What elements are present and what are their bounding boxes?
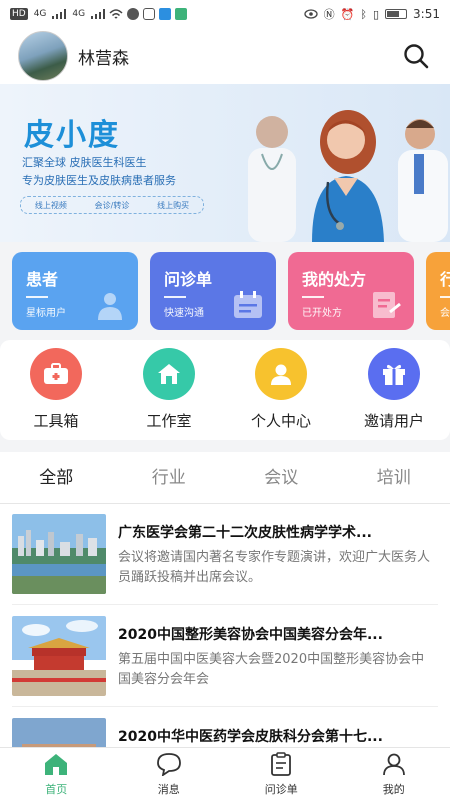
list-divider xyxy=(12,706,438,707)
tab-training[interactable]: 培训 xyxy=(338,452,450,503)
card-title: 行 xyxy=(440,270,450,289)
banner-tag: 线上视频 xyxy=(34,200,67,210)
article-list: 广东医学会第二十二次皮肤性病学学术... 会议将邀请国内著名专家作专题演讲，欢迎… xyxy=(0,504,450,748)
app-icon xyxy=(143,8,156,20)
card-more[interactable]: 行 会 xyxy=(426,252,450,330)
card-patients[interactable]: 患者 星标用户 xyxy=(12,252,138,330)
banner-subtitle-1: 汇聚全球 皮肤医生科医生 xyxy=(22,156,147,169)
card-title: 我的处方 xyxy=(302,270,367,289)
article-thumbnail xyxy=(12,616,106,696)
banner-subtitle-2: 专为皮肤医生及皮肤病患者服务 xyxy=(22,174,176,187)
list-item[interactable]: 2020中华中医药学会皮肤科分会第十七... xyxy=(0,708,450,748)
card-underline xyxy=(302,296,324,298)
notification-icon xyxy=(159,8,172,20)
username: 林营森 xyxy=(78,48,129,69)
nav-label: 首页 xyxy=(45,783,68,796)
tool-studio[interactable]: 工作室 xyxy=(124,348,214,431)
network-4g-1: 4G xyxy=(33,9,47,19)
card-title: 问诊单 xyxy=(164,270,213,289)
alarm-icon: ⏰ xyxy=(340,7,355,21)
card-consultation[interactable]: 问诊单 快速沟通 xyxy=(150,252,276,330)
home-icon xyxy=(45,754,68,775)
gift-icon xyxy=(368,348,420,400)
calendar-icon xyxy=(234,291,262,318)
promo-banner[interactable]: 皮小度 汇聚全球 皮肤医生科医生 专为皮肤医生及皮肤病患者服务 线上视频 会诊/… xyxy=(0,84,450,242)
battery-icon xyxy=(385,9,408,19)
tool-label: 工具箱 xyxy=(33,412,79,430)
nav-label: 问诊单 xyxy=(264,783,298,796)
status-right: Ⓝ ⏰ ᛒ ▯ 3:51 xyxy=(304,6,440,22)
list-item[interactable]: 广东医学会第二十二次皮肤性病学学术... 会议将邀请国内著名专家作专题演讲，欢迎… xyxy=(0,504,450,604)
signal-icon xyxy=(52,9,67,19)
tool-grid: 工具箱 工作室 个人中心 邀请用户 xyxy=(0,340,450,440)
doctors-illustration xyxy=(248,110,448,242)
tool-profile[interactable]: 个人中心 xyxy=(236,348,326,431)
status-bar: HD 4G 4G Ⓝ ⏰ ᛒ ▯ 3:51 xyxy=(0,0,450,28)
user-icon xyxy=(382,753,405,776)
tab-industry[interactable]: 行业 xyxy=(113,452,226,503)
card-prescriptions[interactable]: 我的处方 已开处方 xyxy=(288,252,414,330)
message-icon xyxy=(156,753,181,777)
house-icon xyxy=(143,348,195,400)
bottom-nav: 首页 消息 问诊单 我的 xyxy=(0,747,450,800)
tool-label: 邀请用户 xyxy=(363,412,424,430)
app-header: 林营森 xyxy=(0,28,450,84)
nav-consultation[interactable]: 问诊单 xyxy=(225,748,338,800)
status-left: HD 4G 4G xyxy=(10,8,188,20)
article-description: 第五届中国中医美容大会暨2020中国整形美容协会中国美容分会年会 xyxy=(118,652,425,687)
category-tabs: 全部 行业 会议 培训 xyxy=(0,452,450,504)
quick-cards: 患者 星标用户 问诊单 快速沟通 我的处方 已开处方 行 会 xyxy=(0,252,450,332)
avatar[interactable] xyxy=(18,31,68,81)
wifi-icon xyxy=(109,8,123,19)
vibrate-icon: ▯ xyxy=(372,7,380,21)
status-time: 3:51 xyxy=(413,7,440,21)
article-title: 2020中华中医药学会皮肤科分会第十七... xyxy=(118,729,383,745)
doctor-icon xyxy=(98,293,122,320)
article-description: 会议将邀请国内著名专家作专题演讲，欢迎广大医务人员踊跃投稿并出席会议。 xyxy=(118,550,431,585)
card-subtitle: 会 xyxy=(440,308,450,319)
person-icon xyxy=(255,348,307,400)
tool-toolbox[interactable]: 工具箱 xyxy=(11,348,101,431)
tab-all[interactable]: 全部 xyxy=(0,452,113,503)
list-divider xyxy=(12,604,438,605)
search-icon[interactable] xyxy=(402,42,430,70)
network-4g-2: 4G xyxy=(72,9,86,19)
signal-icon-2 xyxy=(91,9,106,19)
banner-tag: 会诊/转诊 xyxy=(94,200,130,210)
clipboard-icon xyxy=(271,752,292,776)
list-item[interactable]: 2020中国整形美容协会中国美容分会年... 第五届中国中医美容大会暨2020中… xyxy=(0,606,450,706)
banner-tags: 线上视频 会诊/转诊 线上购买 xyxy=(20,196,204,214)
card-underline xyxy=(26,296,48,298)
tab-conference[interactable]: 会议 xyxy=(225,452,338,503)
nav-home[interactable]: 首页 xyxy=(0,748,113,800)
tool-label: 个人中心 xyxy=(250,412,311,430)
card-underline xyxy=(440,296,450,298)
nav-label: 消息 xyxy=(157,783,180,796)
toolbox-icon xyxy=(30,348,82,400)
nav-mine[interactable]: 我的 xyxy=(338,748,450,800)
bluetooth-icon: ᛒ xyxy=(360,7,367,21)
app-notification-icon xyxy=(175,8,188,20)
article-thumbnail xyxy=(12,718,106,748)
banner-title: 皮小度 xyxy=(24,118,120,153)
article-title: 广东医学会第二十二次皮肤性病学学术... xyxy=(118,525,372,541)
card-underline xyxy=(164,296,186,298)
nav-messages[interactable]: 消息 xyxy=(113,748,226,800)
nav-label: 我的 xyxy=(382,783,405,796)
nfc-icon: Ⓝ xyxy=(323,8,335,21)
wechat-icon xyxy=(127,8,140,20)
hd-badge: HD xyxy=(10,8,28,20)
article-thumbnail xyxy=(12,514,106,594)
tool-label: 工作室 xyxy=(146,412,192,430)
prescription-icon xyxy=(373,292,401,318)
tool-invite[interactable]: 邀请用户 xyxy=(349,348,439,431)
card-title: 患者 xyxy=(26,270,59,289)
eye-icon xyxy=(304,9,318,19)
banner-tag: 线上购买 xyxy=(157,200,190,210)
article-title: 2020中国整形美容协会中国美容分会年... xyxy=(118,627,383,643)
